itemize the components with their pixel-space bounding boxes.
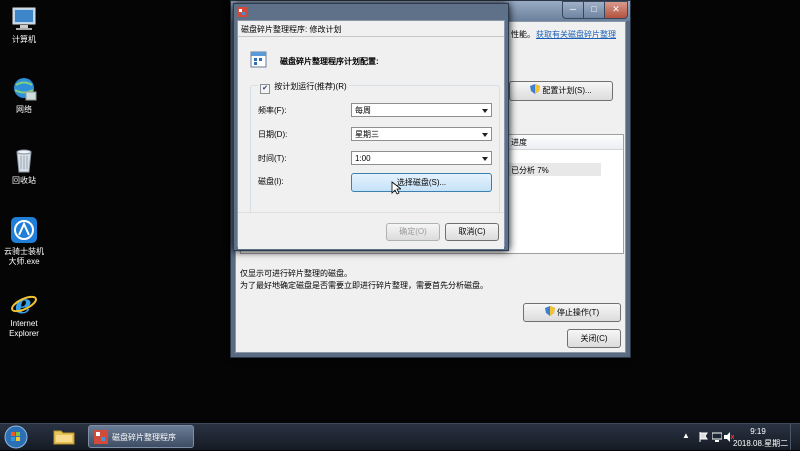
stop-operation-button[interactable]: 停止操作(T) — [523, 303, 621, 322]
maximize-button[interactable]: □ — [583, 1, 605, 19]
mouse-cursor-icon — [391, 181, 401, 195]
folder-icon — [53, 430, 75, 445]
start-button[interactable] — [3, 425, 31, 449]
desktop-icon-label: 回收站 — [12, 176, 36, 185]
minimize-button[interactable]: ─ — [562, 1, 584, 19]
taskbar-defrag-button[interactable]: 磁盘碎片整理程序 — [88, 425, 194, 448]
date-label: 日期(D): — [258, 130, 288, 139]
dialog-titlebar[interactable] — [234, 4, 508, 20]
close-window-button[interactable]: ✕ — [604, 1, 628, 19]
yunqishi-app-icon — [11, 217, 37, 243]
dialog-client: 磁盘碎片整理程序: 修改计划 磁盘碎片整理程序计划配置: ✔ 按计划运行(推荐)… — [237, 20, 505, 249]
configure-schedule-label: 配置计划(S)... — [542, 86, 592, 95]
desktop-icon-label-line2: Explorer — [9, 329, 39, 338]
progress-column-header[interactable]: 进度 — [511, 137, 527, 148]
taskbar-defrag-label: 磁盘碎片整理程序 — [112, 433, 176, 442]
desktop-icon-label: 网络 — [16, 105, 32, 114]
schedule-calendar-icon — [250, 51, 267, 68]
disk-label: 磁盘(I): — [258, 177, 284, 186]
desktop-icon-label: 云骑士装机 — [4, 247, 44, 256]
desktop-icon-internet-explorer[interactable]: e Internet Explorer — [2, 290, 46, 339]
desktop-icon-recycle-bin[interactable]: 回收站 — [2, 147, 46, 186]
cancel-button[interactable]: 取消(C) — [445, 223, 499, 241]
close-button[interactable]: 关闭(C) — [567, 329, 621, 348]
desktop-icon-network[interactable]: 网络 — [2, 76, 46, 115]
chevron-down-icon — [482, 157, 488, 161]
frequency-value: 每周 — [355, 106, 371, 115]
recycle-bin-icon — [16, 149, 32, 173]
desktop-icon-label: Internet — [10, 319, 38, 328]
network-tray-icon[interactable] — [712, 432, 722, 442]
windows-start-orb-icon — [4, 425, 28, 449]
internet-explorer-icon: e — [11, 290, 37, 316]
time-value: 1:00 — [355, 154, 371, 163]
schedule-dialog: 磁盘碎片整理程序: 修改计划 磁盘碎片整理程序计划配置: ✔ 按计划运行(推荐)… — [233, 3, 509, 251]
select-disk-label: 选择磁盘(S)... — [396, 178, 447, 187]
ok-button-label: 确定(O) — [399, 227, 427, 236]
select-disk-button[interactable]: 选择磁盘(S)... — [351, 173, 492, 192]
taskbar-explorer-button[interactable] — [52, 426, 82, 448]
close-button-label: 关闭(C) — [580, 334, 608, 343]
header-description-fragment: 性能。 — [511, 30, 535, 39]
desktop-icon-label-line2: 大师.exe — [8, 257, 40, 266]
shield-icon — [530, 84, 541, 94]
desktop-icon-yunqishi[interactable]: 云骑士装机 大师.exe — [2, 216, 46, 267]
checkbox-checkmark-icon: ✔ — [260, 84, 270, 94]
dialog-title-text: 磁盘碎片整理程序: 修改计划 — [241, 25, 342, 34]
clock-time[interactable]: 9:19 — [738, 427, 778, 436]
info-text-line1: 仅显示可进行碎片整理的磁盘。 — [240, 269, 352, 278]
clock-date[interactable]: 2018.08.星期二 — [733, 438, 788, 449]
stop-operation-label: 停止操作(T) — [556, 308, 600, 317]
show-desktop-button[interactable] — [790, 424, 800, 450]
desktop-icon-computer[interactable]: 计算机 — [2, 6, 46, 45]
progress-cell: 已分析 7% — [511, 166, 549, 175]
taskbar: 磁盘碎片整理程序 ▲ 9:19 2018.08.星期二 — [0, 423, 800, 450]
date-select[interactable]: 星期三 — [351, 127, 492, 141]
desktop-icon-label: 计算机 — [12, 35, 36, 44]
time-select[interactable]: 1:00 — [351, 151, 492, 165]
run-on-schedule-label: 按计划运行(推荐)(R) — [274, 82, 347, 91]
info-text-line2: 为了最好地确定磁盘是否需要立即进行碎片整理，需要首先分析磁盘。 — [240, 281, 488, 290]
frequency-select[interactable]: 每周 — [351, 103, 492, 117]
defrag-app-icon — [94, 430, 108, 444]
dialog-heading: 磁盘碎片整理程序计划配置: — [280, 57, 379, 66]
action-center-flag-icon[interactable] — [698, 432, 708, 442]
tray-overflow-icon[interactable]: ▲ — [682, 431, 690, 440]
configure-schedule-button[interactable]: 配置计划(S)... — [509, 81, 613, 101]
ok-button[interactable]: 确定(O) — [386, 223, 440, 241]
dialog-divider — [238, 36, 504, 37]
chevron-down-icon — [482, 133, 488, 137]
run-on-schedule-checkbox[interactable]: ✔ 按计划运行(推荐)(R) — [258, 81, 349, 94]
date-value: 星期三 — [355, 130, 379, 139]
cancel-button-label: 取消(C) — [458, 227, 486, 236]
time-label: 时间(T): — [258, 154, 287, 163]
chevron-down-icon — [482, 109, 488, 113]
defrag-app-icon — [237, 7, 247, 17]
computer-icon — [12, 7, 36, 30]
help-link[interactable]: 获取有关磁盘碎片整理 — [536, 29, 616, 40]
network-globe-icon — [14, 78, 37, 101]
frequency-label: 频率(F): — [258, 106, 287, 115]
shield-icon — [544, 306, 555, 316]
